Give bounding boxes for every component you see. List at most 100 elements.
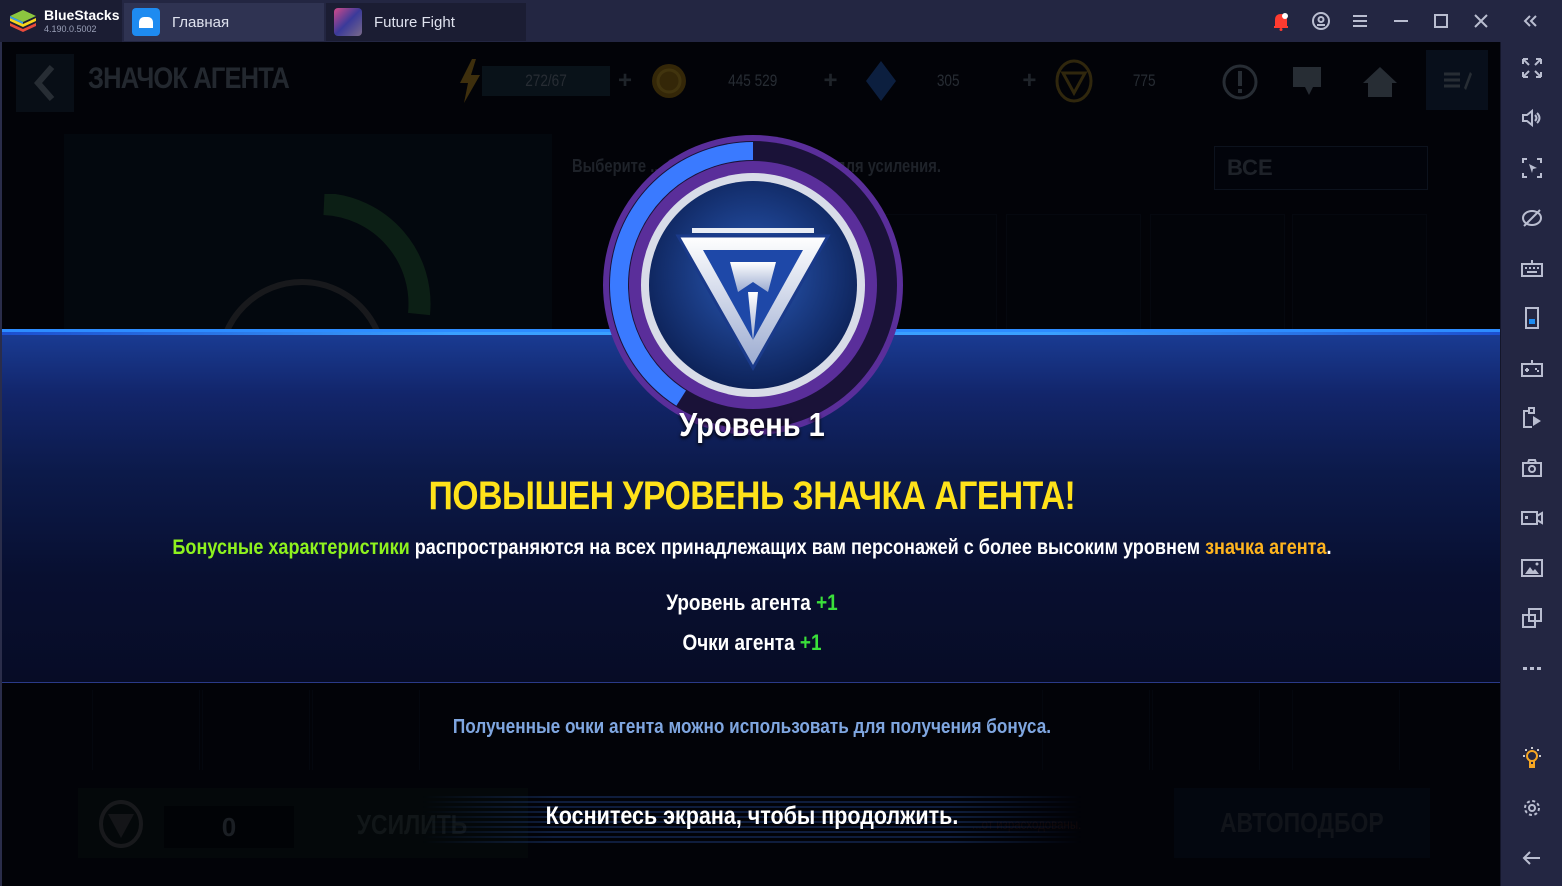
tab-home[interactable]: Главная [124,3,324,41]
account-button[interactable] [1301,0,1341,42]
missions-button[interactable] [1426,50,1488,110]
collapse-sidebar-icon [1523,15,1537,27]
stat-agent-level: Уровень агента +1 [107,590,1397,616]
tips-button[interactable] [1501,738,1562,778]
install-apk-icon [1523,407,1541,428]
eye-off-icon [1522,209,1542,227]
stat-label: Очки агента [682,630,800,655]
multi-instance-button[interactable] [1501,598,1562,638]
add-crystals-button[interactable]: + [1022,67,1036,95]
agent-badge-icon [1055,59,1093,103]
multi-instance-icon [1522,608,1542,628]
gamepad-button[interactable] [1501,348,1562,388]
badge-graphic [603,135,903,435]
level-up-headline: ПОВЫШЕН УРОВЕНЬ ЗНАЧКА АГЕНТА! [428,474,1076,518]
hide-button[interactable] [1501,198,1562,238]
resource-gold: 445 529 + [650,64,837,98]
stat-label: Уровень агента [666,590,817,615]
more-button[interactable] [1501,648,1562,688]
cursor-lock-button[interactable] [1501,148,1562,188]
bluestacks-titlebar: BlueStacks 4.190.0.5002 Главная Future F… [0,0,1562,42]
resource-energy: 272/67 + [458,59,632,103]
settings-button[interactable] [1501,788,1562,828]
lightning-icon [460,59,480,103]
energy-value: 272/67 [525,71,567,90]
phone-icon [1525,307,1539,329]
tab-label: Главная [172,13,230,31]
gold-value: 445 529 [728,71,778,90]
game-viewport[interactable]: ЗНАЧОК АГЕНТА 272/67 + 445 529 + 305 + 7… [0,42,1500,886]
close-button[interactable] [1461,0,1501,42]
volume-icon [1522,108,1541,128]
minimize-button[interactable] [1381,0,1421,42]
bell-icon [1274,13,1288,31]
bonus-description: Бонусные характеристики распространяются… [107,536,1397,560]
camera-icon [1522,459,1542,477]
fullscreen-icon [1522,58,1542,78]
stat-value: +1 [816,590,838,615]
bluestacks-logo[interactable]: BlueStacks 4.190.0.5002 [0,0,122,42]
filter-dropdown[interactable]: ВСЕ [1214,146,1428,190]
add-energy-button[interactable]: + [618,67,632,95]
home-button[interactable] [1360,62,1400,102]
notice-button[interactable] [1220,62,1260,102]
crystal-icon [866,61,896,101]
stat-agent-points: Очки агента +1 [107,630,1397,656]
back-button[interactable] [1501,838,1562,878]
keyboard-button[interactable] [1501,248,1562,288]
gold-coin-icon [652,64,686,98]
version-label: 4.190.0.5002 [44,24,97,34]
close-icon [1474,14,1488,28]
menu-icon [1353,15,1367,27]
install-apk-button[interactable] [1501,398,1562,438]
media-folder-icon [1521,559,1543,577]
device-button[interactable] [1501,298,1562,338]
notifications-button[interactable] [1261,0,1301,42]
alert-circle-icon [1222,64,1258,100]
stat-value: +1 [799,630,822,655]
fullscreen-button[interactable] [1501,48,1562,88]
badge-points-value: 775 [1132,71,1156,90]
agent-badge-highlight: значка агента [1205,536,1327,559]
record-button[interactable] [1501,498,1562,538]
tab-future-fight[interactable]: Future Fight [326,3,526,41]
keyboard-icon [1521,260,1543,277]
chevron-left-icon [34,65,55,101]
back-arrow-icon [1522,851,1540,865]
menu-button[interactable] [1340,0,1380,42]
tab-label: Future Fight [374,13,455,31]
description-end: . [1326,536,1332,559]
settings-icon [1524,800,1540,816]
home-icon [132,8,160,36]
collapse-sidebar-button[interactable] [1510,0,1550,42]
agent-badge [600,132,906,438]
maximize-icon [1434,14,1448,28]
tip-bulb-icon [1523,747,1541,768]
description-text: распространяются на всех принадлежащих в… [409,536,1206,559]
screen-title: ЗНАЧОК АГЕНТА [88,62,290,95]
back-button[interactable] [16,54,74,112]
volume-button[interactable] [1501,98,1562,138]
resource-badge-points: 775 [1054,59,1158,103]
account-icon [1312,12,1330,30]
more-icon [1523,667,1541,670]
cursor-lock-icon [1522,158,1542,178]
agent-points-info: Полученные очки агента можно использоват… [452,716,1052,738]
chat-icon [1293,67,1321,95]
home-icon [1363,67,1397,97]
game-icon [334,8,362,36]
screenshot-button[interactable] [1501,448,1562,488]
record-icon [1521,511,1543,525]
badge-level-label: Уровень 1 [679,406,825,443]
missions-icon [1444,72,1472,90]
tap-to-continue[interactable]: Коснитесь экрана, чтобы продолжить. [107,802,1397,831]
bluestacks-cube-icon [10,10,36,32]
resource-crystals: 305 + [864,61,1036,101]
add-gold-button[interactable]: + [823,67,837,95]
media-manager-button[interactable] [1501,548,1562,588]
maximize-button[interactable] [1421,0,1461,42]
chat-button[interactable] [1290,62,1330,102]
brand-name: BlueStacks [44,7,120,23]
bluestacks-sidebar [1500,42,1562,886]
gamepad-icon [1521,360,1543,377]
